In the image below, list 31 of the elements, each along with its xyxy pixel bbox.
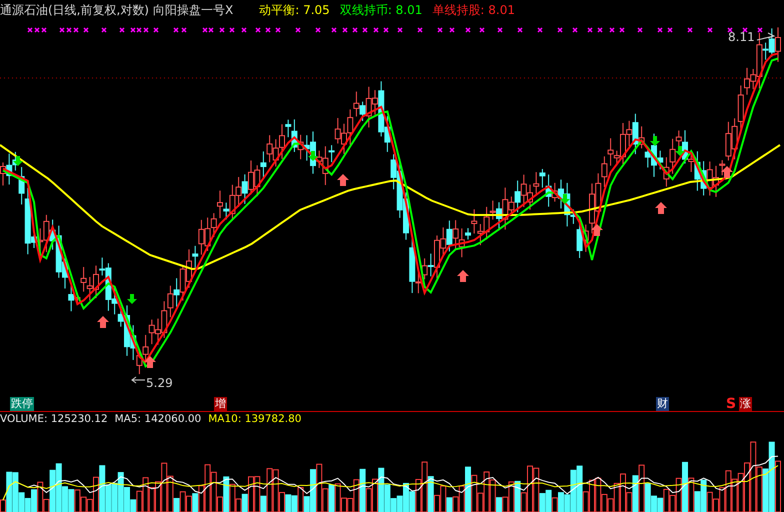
legend-value: 双线持币: 8.01: [340, 2, 422, 19]
up-arrow-icon: [591, 224, 603, 236]
indicator-name: 向阳操盘一号: [153, 2, 225, 19]
event-tag[interactable]: 财: [656, 397, 669, 411]
price-label: 5.29: [146, 375, 173, 392]
volume-legend: VOLUME: 125230.12: [0, 412, 108, 428]
legend-value: 动平衡: 7.05: [259, 2, 330, 19]
leader-line: [756, 32, 776, 40]
up-arrow-icon: [97, 316, 109, 328]
event-tag[interactable]: S: [725, 397, 738, 411]
down-arrow-icon: [650, 136, 660, 146]
event-tag[interactable]: 涨: [739, 397, 752, 411]
leader-line: [131, 376, 146, 384]
up-arrow-icon: [337, 174, 349, 186]
down-arrow-icon: [308, 151, 318, 161]
event-tag[interactable]: 跌停: [10, 397, 34, 411]
chart-title: 通源石油(日线,前复权,对数): [0, 2, 149, 19]
volume-legend: MA10: 139782.80: [208, 412, 302, 428]
up-arrow-icon: [457, 270, 469, 282]
down-arrow-icon: [127, 294, 137, 304]
up-arrow-icon: [721, 166, 733, 178]
up-arrow-icon: [144, 356, 156, 368]
down-arrow-icon: [675, 146, 685, 156]
legend-value: 单线持股: 8.01: [432, 2, 515, 19]
down-arrow-icon: [560, 194, 570, 204]
up-arrow-icon: [655, 202, 667, 214]
volume-legend: MA5: 142060.00: [114, 412, 202, 428]
price-label: 8.11: [728, 29, 755, 46]
event-tag[interactable]: 增: [214, 397, 227, 411]
down-arrow-icon: [13, 156, 23, 166]
close-mark[interactable]: X: [225, 1, 234, 19]
